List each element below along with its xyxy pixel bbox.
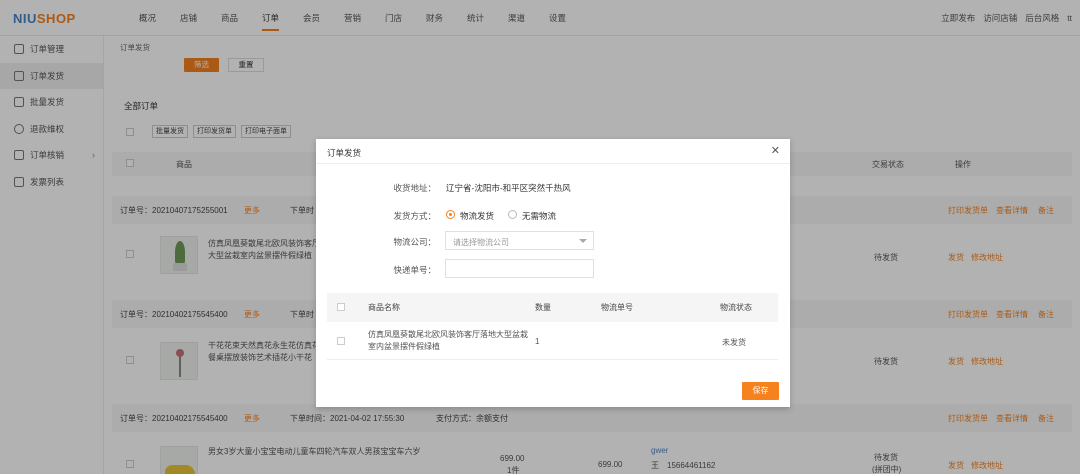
radio-logistics[interactable] xyxy=(446,210,455,219)
dialog-table-row: 仿真凤凰葵散尾北欧风装饰客厅落地大型盆栽室内盆景摆件假绿植 1 未发货 xyxy=(327,322,778,360)
dialog-title: 订单发货 xyxy=(327,148,362,158)
chevron-down-icon xyxy=(579,239,587,243)
save-button[interactable]: 保存 xyxy=(742,382,779,400)
address-value: 辽宁省-沈阳市-和平区突然千热风 xyxy=(446,183,571,193)
dialog-header: 订单发货 ✕ xyxy=(316,139,790,164)
company-label: 物流公司： xyxy=(393,237,436,247)
col-quantity: 数量 xyxy=(535,303,551,312)
col-tracking: 物流单号 xyxy=(601,303,633,312)
dialog-select-all-checkbox[interactable] xyxy=(337,303,345,311)
row-quantity: 1 xyxy=(535,337,540,346)
close-icon[interactable]: ✕ xyxy=(771,145,780,157)
col-ship-status: 物流状态 xyxy=(720,303,752,312)
row-goods-name: 仿真凤凰葵散尾北欧风装饰客厅落地大型盆栽室内盆景摆件假绿植 xyxy=(368,330,528,351)
tracking-number-input[interactable] xyxy=(445,259,594,278)
radio-logistics-label[interactable]: 物流发货 xyxy=(460,210,494,222)
select-placeholder: 请选择物流公司 xyxy=(453,238,509,247)
row-checkbox[interactable] xyxy=(337,337,345,345)
tracking-label: 快递单号： xyxy=(393,265,436,275)
address-label: 收货地址： xyxy=(393,183,436,193)
radio-no-logistics[interactable] xyxy=(508,210,517,219)
logistics-company-select[interactable]: 请选择物流公司 xyxy=(445,231,594,250)
radio-no-logistics-label[interactable]: 无需物流 xyxy=(522,210,556,222)
dialog-table-header: 商品名称 数量 物流单号 物流状态 xyxy=(327,293,778,322)
method-label: 发货方式： xyxy=(393,211,436,221)
col-goods-name: 商品名称 xyxy=(368,303,400,312)
ship-order-dialog: 订单发货 ✕ 收货地址： 辽宁省-沈阳市-和平区突然千热风 发货方式： 物流发货… xyxy=(316,139,790,407)
row-ship-status: 未发货 xyxy=(722,338,746,347)
